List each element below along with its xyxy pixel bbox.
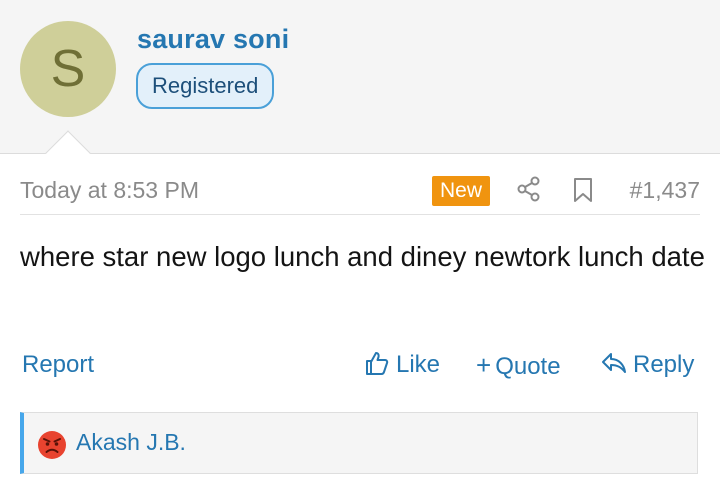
- username-link[interactable]: saurav soni: [137, 24, 289, 55]
- post-date-link[interactable]: Today at 8:53 PM: [20, 177, 199, 204]
- user-header: S saurav soni Registered: [0, 0, 720, 154]
- report-link[interactable]: Report: [22, 348, 94, 382]
- reply-button[interactable]: Reply: [601, 348, 694, 382]
- reaction-user-link[interactable]: Akash J.B.: [76, 429, 186, 456]
- share-icon[interactable]: [516, 176, 542, 202]
- angry-face-icon: [37, 430, 67, 460]
- new-badge: New: [432, 176, 491, 206]
- reactions-bar[interactable]: Akash J.B.: [20, 412, 698, 474]
- post-body: where star new logo lunch and diney newt…: [20, 241, 705, 272]
- post-meta: Today at 8:53 PM New #1,437: [20, 170, 700, 215]
- quote-button[interactable]: + Quote: [476, 348, 561, 384]
- avatar[interactable]: S: [20, 21, 116, 117]
- reply-arrow-icon: [602, 353, 626, 373]
- bookmark-icon[interactable]: [571, 177, 595, 203]
- plus-icon: +: [476, 350, 492, 380]
- quote-label: Quote: [495, 353, 561, 380]
- user-role-badge: Registered: [136, 63, 275, 109]
- post-number-link[interactable]: #1,437: [630, 177, 700, 204]
- like-label: Like: [396, 351, 441, 378]
- post-actions: Report Like + Quote Reply: [0, 346, 720, 386]
- reply-label: Reply: [633, 351, 695, 378]
- like-button[interactable]: Like: [364, 348, 440, 382]
- thumbs-up-icon: [366, 352, 389, 375]
